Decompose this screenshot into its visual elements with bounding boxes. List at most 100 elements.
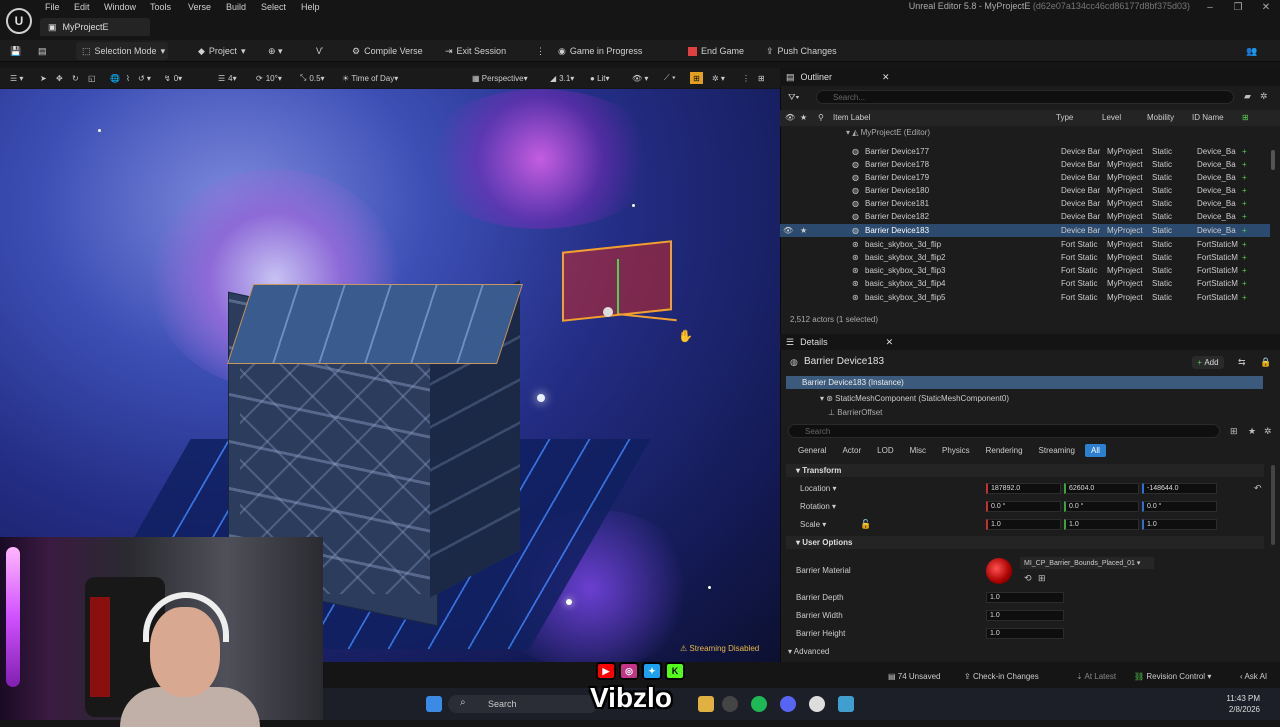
windows-start-icon[interactable] xyxy=(426,696,442,712)
viewport-more-icon[interactable]: ⋮ xyxy=(742,72,750,84)
add-icon[interactable]: + xyxy=(1242,240,1247,249)
revision-control-button[interactable]: ⛓ Revision Control ▾ xyxy=(1134,672,1211,681)
unreal-logo-icon[interactable]: U xyxy=(6,8,32,34)
add-icon[interactable]: + xyxy=(1242,212,1247,221)
rotation-dropdown[interactable]: Rotation ▾ xyxy=(800,502,836,511)
outliner-row[interactable]: ◍ Barrier Device181 Device Bar MyProject Sta… xyxy=(780,197,1270,210)
exit-session-button[interactable]: ⇥ Exit Session xyxy=(445,42,506,60)
reset-icon[interactable]: ↶ xyxy=(1254,483,1262,494)
outliner-settings-icon[interactable]: ✲ xyxy=(1260,91,1268,102)
cube-top-face[interactable] xyxy=(227,284,523,364)
menu-edit[interactable]: Edit xyxy=(74,2,90,12)
collaborators-icon[interactable]: 👥 xyxy=(1246,42,1257,60)
surface-snap-icon[interactable]: ⌇ xyxy=(126,72,130,84)
unsaved-button[interactable]: ▤ 74 Unsaved xyxy=(888,672,940,681)
rotation-x-field[interactable]: 0.0 ° xyxy=(986,501,1061,512)
pin-column-icon[interactable]: ⚲ xyxy=(818,113,824,122)
menu-file[interactable]: File xyxy=(45,2,60,12)
add-icon[interactable]: + xyxy=(1242,147,1247,156)
taskbar-search[interactable]: Search xyxy=(448,695,598,713)
advanced-section[interactable]: ▾ Advanced xyxy=(788,647,829,656)
menu-tools[interactable]: Tools xyxy=(150,2,171,12)
taskbar-clock[interactable]: 11:43 PM 2/8/2026 xyxy=(1226,693,1260,715)
outliner-row[interactable]: ⊛ basic_skybox_3d_flip5 Fort Static MyProje… xyxy=(780,291,1270,304)
perspective-button[interactable]: ▦ Perspective ▾ xyxy=(472,72,528,84)
location-z-field[interactable]: -148644.0 xyxy=(1142,483,1217,494)
add-icon[interactable]: + xyxy=(1242,293,1247,302)
project-button[interactable]: ◆ Project ▾ xyxy=(198,42,245,60)
gizmo-center[interactable] xyxy=(603,307,613,317)
settings-icon[interactable]: ✲ ▾ xyxy=(712,72,725,84)
viewport-menu-icon[interactable]: ☰ ▾ xyxy=(10,72,23,84)
outliner-row[interactable]: ◍ Barrier Device182 Device Bar MyProject Sta… xyxy=(780,210,1270,223)
discord-icon[interactable] xyxy=(780,696,796,712)
add-icon[interactable]: + xyxy=(1242,253,1247,262)
add-icon[interactable]: + xyxy=(1242,266,1247,275)
material-dropdown[interactable]: MI_CP_Barrier_Bounds_Placed_01 ▾ xyxy=(1020,557,1154,569)
minimize-icon[interactable]: – xyxy=(1203,2,1217,13)
tab-misc[interactable]: Misc xyxy=(904,444,932,457)
outliner-close-icon[interactable]: ✕ xyxy=(882,72,890,83)
details-settings-icon[interactable]: ✲ xyxy=(1264,426,1272,437)
menu-help[interactable]: Help xyxy=(301,2,320,12)
verse-icon[interactable]: Ѵ xyxy=(316,42,323,60)
outliner-row[interactable]: ◍ Barrier Device178 Device Bar MyProject Sta… xyxy=(780,158,1270,171)
transform-section[interactable]: ▾ Transform xyxy=(786,464,1264,477)
snap-toggle-icon[interactable]: ↺ ▾ xyxy=(138,72,151,84)
material-thumbnail[interactable] xyxy=(986,558,1012,584)
outliner-row[interactable]: ⊛ basic_skybox_3d_flip2 Fort Static MyProje… xyxy=(780,251,1270,264)
tab-general[interactable]: General xyxy=(792,444,832,457)
end-game-button[interactable]: End Game xyxy=(688,42,744,60)
scale-snap-control[interactable]: ⤡ 0.5 ▾ xyxy=(300,72,325,84)
menu-select[interactable]: Select xyxy=(261,2,286,12)
scale-dropdown[interactable]: Scale ▾ xyxy=(800,520,826,529)
star-icon[interactable]: ★ xyxy=(800,226,807,235)
favorite-icon[interactable]: ★ xyxy=(1248,426,1256,437)
translate-tool-icon[interactable]: ✥ xyxy=(56,72,63,84)
rotation-y-field[interactable]: 0.0 ° xyxy=(1064,501,1139,512)
ask-ai-button[interactable]: ‹ Ask AI xyxy=(1240,672,1267,681)
grid-snap-icon[interactable]: ↯ 0 ▾ xyxy=(164,72,182,84)
outliner-search-input[interactable]: Search... xyxy=(816,90,1234,104)
tab-physics[interactable]: Physics xyxy=(936,444,976,457)
eye-icon[interactable]: 👁 xyxy=(783,226,793,235)
game-in-progress-button[interactable]: ◉ Game in Progress xyxy=(558,42,642,60)
at-latest-button[interactable]: ⇣ At Latest xyxy=(1076,672,1116,681)
file-explorer-icon[interactable] xyxy=(698,696,714,712)
scale-lock-icon[interactable]: 🔓 xyxy=(860,519,871,530)
select-tool-icon[interactable]: ➤ xyxy=(40,72,47,84)
lock-icon[interactable]: 🔒 xyxy=(1260,357,1271,368)
folder-icon[interactable]: ▰ xyxy=(1244,91,1251,102)
more-options-icon[interactable]: ⋮ xyxy=(536,42,545,60)
content-browser-icon[interactable]: ▤ xyxy=(38,42,47,60)
column-type[interactable]: Type xyxy=(1056,113,1073,122)
rotate-snap-control[interactable]: ⟳ 10° ▾ xyxy=(256,72,282,84)
menu-window[interactable]: Window xyxy=(104,2,136,12)
scale-y-field[interactable]: 1.0 xyxy=(1064,519,1139,530)
save-icon[interactable]: 💾 xyxy=(10,42,21,60)
counter-b-control[interactable]: ☰ 4 ▾ xyxy=(218,72,237,84)
checkin-button[interactable]: ⇪ Check-in Changes xyxy=(964,672,1039,681)
outliner-row[interactable]: ◍ Barrier Device179 Device Bar MyProject Sta… xyxy=(780,171,1270,184)
tab-streaming[interactable]: Streaming xyxy=(1033,444,1081,457)
instance-row[interactable]: Barrier Device183 (Instance) xyxy=(786,376,1263,389)
barrier-height-field[interactable]: 1.0 xyxy=(986,628,1064,639)
lit-button[interactable]: ● Lit ▾ xyxy=(590,72,610,84)
add-icon[interactable]: + xyxy=(1242,279,1247,288)
visibility-column-icon[interactable]: 👁 xyxy=(785,113,795,122)
location-y-field[interactable]: 62604.0 xyxy=(1064,483,1139,494)
details-close-icon[interactable]: ✕ xyxy=(886,337,894,348)
add-icon[interactable]: + xyxy=(1242,226,1247,235)
column-id-name[interactable]: ID Name xyxy=(1192,113,1224,122)
add-component-button[interactable]: + Add xyxy=(1192,356,1224,369)
unreal-taskbar-icon[interactable] xyxy=(809,696,825,712)
app-taskbar-icon[interactable] xyxy=(838,696,854,712)
rotation-z-field[interactable]: 0.0 ° xyxy=(1142,501,1217,512)
barrier-offset-row[interactable]: ⊥ BarrierOffset xyxy=(828,408,882,417)
use-selected-icon[interactable]: ⊞ xyxy=(1038,573,1046,584)
gizmo-z-axis[interactable] xyxy=(617,259,619,314)
add-icon[interactable]: + xyxy=(1242,186,1247,195)
filter-icon[interactable]: ⛛▾ xyxy=(788,92,799,103)
tab-all[interactable]: All xyxy=(1085,444,1106,457)
layout-icon[interactable]: ⊞ xyxy=(758,72,765,84)
